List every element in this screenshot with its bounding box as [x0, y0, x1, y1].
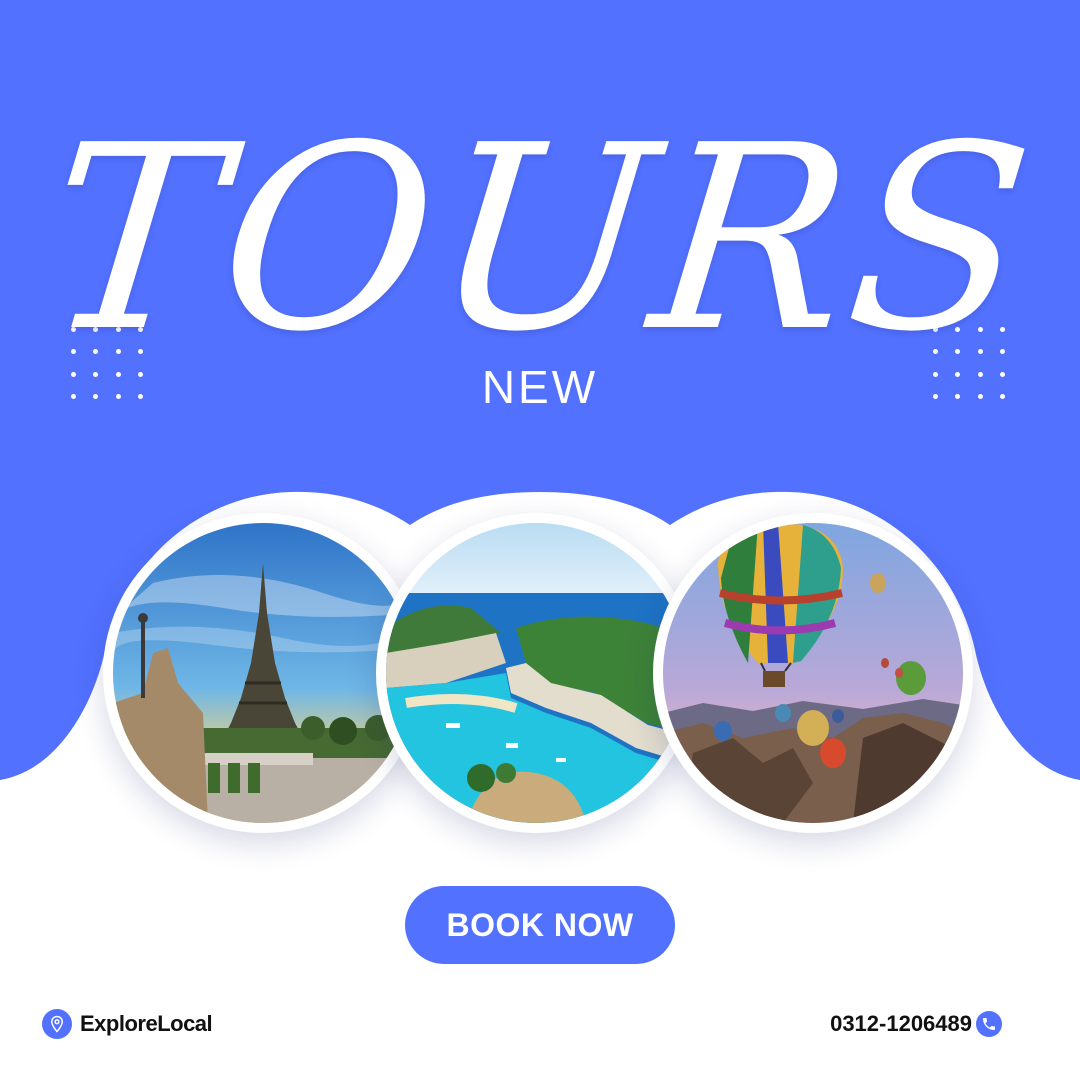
photo-eiffel-tower: [103, 513, 423, 833]
photo-navagio-beach: [376, 513, 696, 833]
brand-logo[interactable]: ExploreLocal: [42, 1008, 213, 1040]
promo-canvas: TOURS NEW BOOK NOW ExploreLocal 0312-120…: [0, 0, 1080, 1080]
phone-contact[interactable]: 0312-1206489: [830, 1008, 1002, 1040]
headline-subtitle: NEW: [481, 361, 599, 413]
photo-hot-air-balloons: [653, 513, 973, 833]
brand-name: ExploreLocal: [80, 1011, 213, 1036]
location-pin-icon: [42, 1009, 72, 1039]
book-now-button[interactable]: BOOK NOW: [405, 886, 675, 964]
phone-number: 0312-1206489: [830, 1011, 972, 1036]
phone-icon: [976, 1011, 1002, 1037]
